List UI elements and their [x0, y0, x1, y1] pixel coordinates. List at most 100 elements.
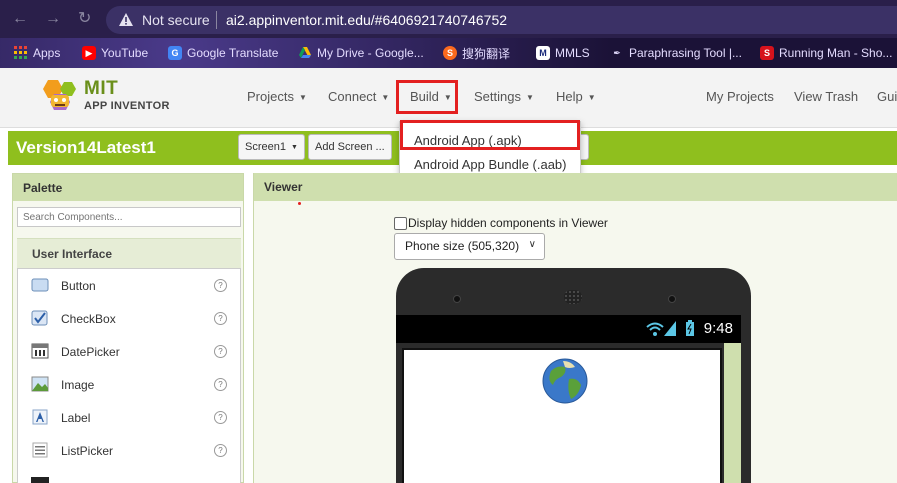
phone-size-value: Phone size (505,320) [405, 239, 520, 253]
component-label: DatePicker [61, 345, 120, 359]
menu-item-android-aab[interactable]: Android App Bundle (.aab) [414, 157, 567, 172]
phone-preview: 9:48 [396, 268, 751, 483]
logo-subtitle: APP INVENTOR [84, 100, 170, 112]
guide-link[interactable]: Gui [877, 89, 897, 104]
menu-connect[interactable]: Connect ▼ [328, 89, 389, 104]
menu-settings[interactable]: Settings ▼ [474, 89, 534, 104]
app-inventor-logo-icon[interactable] [38, 78, 82, 114]
google-translate-icon: G [168, 46, 182, 60]
add-screen-label: Add Screen ... [315, 141, 385, 153]
not-secure-label: Not secure [142, 12, 210, 28]
viewer-header: Viewer [254, 173, 897, 201]
url-text[interactable]: ai2.appinventor.mit.edu/#640692174074675… [226, 12, 507, 28]
palette-panel: Palette User Interface Button ? CheckBox… [12, 173, 244, 483]
back-arrow-icon[interactable]: ← [12, 9, 28, 29]
component-label: Button [61, 279, 96, 293]
running-man-icon: S [760, 46, 774, 60]
display-hidden-components-toggle[interactable]: Display hidden components in Viewer [394, 216, 608, 230]
help-icon[interactable]: ? [214, 378, 227, 391]
bookmark-sogou[interactable]: S 搜狗翻译 [443, 45, 510, 61]
label-component-icon [32, 409, 48, 425]
bookmark-label: YouTube [101, 46, 149, 60]
bookmark-my-drive[interactable]: My Drive - Google... [298, 45, 424, 61]
bookmark-label: Google Translate [187, 46, 279, 60]
battery-icon [686, 320, 694, 336]
menu-settings-label: Settings [474, 89, 521, 104]
listview-component-icon [31, 477, 49, 483]
phone-speaker-icon [564, 290, 582, 304]
viewer-title: Viewer [264, 180, 303, 194]
browser-address-bar: ← → ↻ Not secure ai2.appinventor.mit.edu… [0, 0, 897, 38]
component-button[interactable]: Button ? [18, 269, 240, 302]
google-drive-icon [298, 46, 312, 60]
search-components-input[interactable] [17, 207, 241, 227]
bookmark-label: Running Man - Sho... [779, 46, 893, 60]
signal-icon [664, 321, 676, 336]
bookmark-running-man[interactable]: S Running Man - Sho... [760, 45, 892, 61]
menu-connect-label: Connect [328, 89, 377, 104]
component-datepicker[interactable]: DatePicker ? [18, 335, 240, 368]
phone-sensor-icon [453, 295, 461, 303]
screen-select-label: Screen1 [245, 141, 286, 153]
url-bar[interactable]: Not secure ai2.appinventor.mit.edu/#6406… [106, 6, 897, 34]
bookmark-label: 搜狗翻译 [462, 46, 511, 61]
bookmark-label: Paraphrasing Tool |... [629, 46, 742, 60]
bookmark-mmls[interactable]: M MMLS [536, 45, 590, 61]
phone-camera-icon [668, 295, 676, 303]
bookmark-youtube[interactable]: ▶ YouTube [82, 45, 148, 61]
component-label: Label [61, 411, 91, 425]
bookmark-apps[interactable]: Apps [14, 45, 60, 61]
menu-help-label: Help [556, 89, 583, 104]
help-icon[interactable]: ? [214, 279, 227, 292]
logo-title: MIT [84, 78, 119, 99]
bookmark-label: Apps [33, 46, 61, 60]
hidden-components-checkbox[interactable] [394, 216, 407, 230]
menu-projects-label: Projects [247, 89, 294, 104]
help-icon[interactable]: ? [214, 345, 227, 358]
component-label: Image [61, 378, 95, 392]
reload-icon[interactable]: ↻ [78, 9, 91, 29]
caret-down-icon: ▼ [290, 143, 298, 151]
bookmark-paraphrasing-tool[interactable]: ✒ Paraphrasing Tool |... [610, 45, 742, 61]
bookmarks-bar: Apps ▶ YouTube G Google Translate My Dri… [0, 38, 897, 68]
listpicker-component-icon [32, 442, 48, 458]
cursor-dot [298, 202, 301, 205]
bookmark-label: My Drive - Google... [317, 46, 424, 60]
apps-grid-icon [14, 46, 28, 60]
help-icon[interactable]: ? [214, 411, 227, 424]
component-label: ListPicker [61, 444, 114, 458]
mmls-icon: M [536, 46, 550, 60]
bookmark-google-translate[interactable]: G Google Translate [168, 45, 278, 61]
my-projects-link[interactable]: My Projects [706, 89, 774, 104]
phone-screen[interactable] [402, 348, 722, 483]
caret-down-icon: ▼ [298, 93, 307, 102]
apk-item-highlight [400, 120, 580, 150]
category-user-interface[interactable]: User Interface [17, 238, 241, 268]
component-checkbox[interactable]: CheckBox ? [18, 302, 240, 335]
category-label: User Interface [32, 247, 113, 261]
component-next-partial[interactable] [18, 467, 240, 483]
youtube-icon: ▶ [82, 46, 96, 60]
phone-screen-side-strip [724, 343, 741, 483]
screen-select-button[interactable]: Screen1 ▼ [238, 134, 305, 160]
caret-down-icon: ▼ [525, 93, 534, 102]
button-component-icon [31, 278, 49, 292]
datepicker-component-icon [31, 343, 49, 359]
phone-size-select[interactable]: Phone size (505,320) ∨ [394, 233, 545, 260]
image-component-icon [31, 376, 49, 392]
component-label-item[interactable]: Label ? [18, 401, 240, 434]
caret-down-icon: ▼ [381, 93, 390, 102]
menu-help[interactable]: Help ▼ [556, 89, 596, 104]
menu-projects[interactable]: Projects ▼ [247, 89, 307, 104]
globe-icon[interactable] [541, 357, 589, 405]
forward-arrow-icon[interactable]: → [45, 9, 61, 29]
component-listpicker[interactable]: ListPicker ? [18, 434, 240, 467]
add-screen-button[interactable]: Add Screen ... [308, 134, 392, 160]
help-icon[interactable]: ? [214, 444, 227, 457]
bookmark-label: MMLS [555, 46, 590, 60]
project-name: Version14Latest1 [16, 138, 156, 157]
view-trash-link[interactable]: View Trash [794, 89, 858, 104]
help-icon[interactable]: ? [214, 312, 227, 325]
component-image[interactable]: Image ? [18, 368, 240, 401]
warning-icon[interactable] [118, 12, 134, 28]
